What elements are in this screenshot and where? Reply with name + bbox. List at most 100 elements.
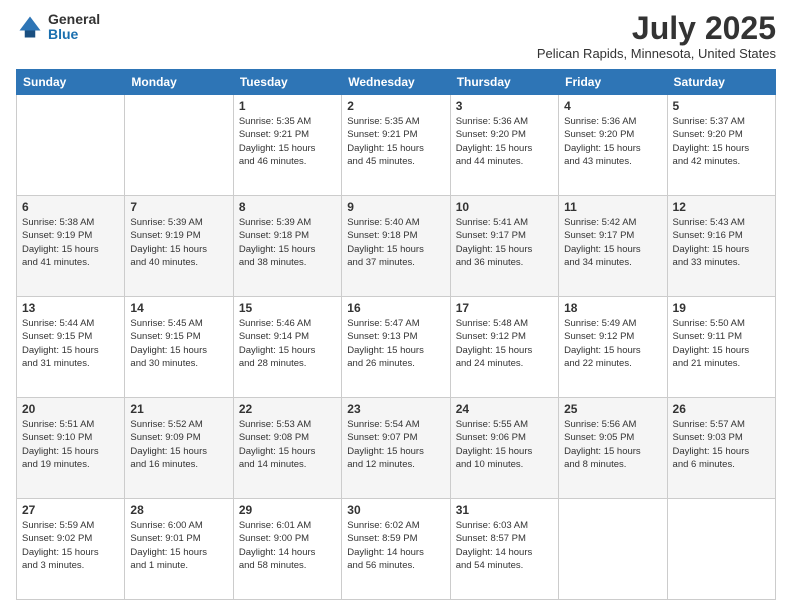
calendar-day-cell: 3Sunrise: 5:36 AM Sunset: 9:20 PM Daylig…: [450, 95, 558, 196]
day-number: 31: [456, 503, 553, 517]
day-number: 6: [22, 200, 119, 214]
calendar-day-cell: 28Sunrise: 6:00 AM Sunset: 9:01 PM Dayli…: [125, 499, 233, 600]
calendar-day-header: Thursday: [450, 70, 558, 95]
calendar-week-row: 1 Sunrise: 5:35 AM Sunset: 9:21 PM Daylig…: [17, 95, 776, 196]
calendar-day-cell: 26 Sunrise: 5:57 AM Sunset: 9:03 PM Dayli…: [667, 398, 775, 499]
day-number: 25: [564, 402, 661, 416]
calendar-day-header: Friday: [559, 70, 667, 95]
calendar-table: SundayMondayTuesdayWednesdayThursdayFrid…: [16, 69, 776, 600]
calendar-day-cell: 19 Sunrise: 5:50 AM Sunset: 9:11 PM Dayli…: [667, 297, 775, 398]
day-info: Sunrise: 5:38 AM Sunset: 9:19 PM Dayligh…: [22, 216, 119, 269]
location-subtitle: Pelican Rapids, Minnesota, United States: [537, 46, 776, 61]
day-number: 17: [456, 301, 553, 315]
month-year-title: July 2025: [537, 12, 776, 44]
calendar-week-row: 13 Sunrise: 5:44 AM Sunset: 9:15 PM Dayli…: [17, 297, 776, 398]
day-number: 12: [673, 200, 770, 214]
day-info: Sunrise: 5:51 AM Sunset: 9:10 PM Dayligh…: [22, 418, 119, 471]
day-number: 19: [673, 301, 770, 315]
calendar-day-header: Wednesday: [342, 70, 450, 95]
calendar-day-cell: [125, 95, 233, 196]
calendar-day-cell: 17 Sunrise: 5:48 AM Sunset: 9:12 PM Dayli…: [450, 297, 558, 398]
logo-general-label: General: [48, 12, 100, 27]
title-area: July 2025 Pelican Rapids, Minnesota, Uni…: [537, 12, 776, 61]
calendar-week-row: 6 Sunrise: 5:38 AM Sunset: 9:19 PM Daylig…: [17, 196, 776, 297]
day-info: Sunrise: 5:55 AM Sunset: 9:06 PM Dayligh…: [456, 418, 553, 471]
day-number: 8: [239, 200, 336, 214]
day-number: 9: [347, 200, 444, 214]
day-info: Sunrise: 5:48 AM Sunset: 9:12 PM Dayligh…: [456, 317, 553, 370]
day-info: Sunrise: 5:35 AM Sunset: 9:21 PM Dayligh…: [347, 115, 444, 168]
calendar-day-cell: 9 Sunrise: 5:40 AM Sunset: 9:18 PM Daylig…: [342, 196, 450, 297]
calendar-day-cell: 11Sunrise: 5:42 AM Sunset: 9:17 PM Dayli…: [559, 196, 667, 297]
calendar-day-cell: 13 Sunrise: 5:44 AM Sunset: 9:15 PM Dayli…: [17, 297, 125, 398]
day-number: 15: [239, 301, 336, 315]
calendar-day-cell: 10Sunrise: 5:41 AM Sunset: 9:17 PM Dayli…: [450, 196, 558, 297]
calendar-day-cell: 5Sunrise: 5:37 AM Sunset: 9:20 PM Daylig…: [667, 95, 775, 196]
day-info: Sunrise: 5:56 AM Sunset: 9:05 PM Dayligh…: [564, 418, 661, 471]
header: General Blue July 2025 Pelican Rapids, M…: [16, 12, 776, 61]
calendar-week-row: 27 Sunrise: 5:59 AM Sunset: 9:02 PM Dayli…: [17, 499, 776, 600]
calendar-day-cell: [667, 499, 775, 600]
day-number: 21: [130, 402, 227, 416]
day-info: Sunrise: 5:45 AM Sunset: 9:15 PM Dayligh…: [130, 317, 227, 370]
day-number: 24: [456, 402, 553, 416]
day-number: 2: [347, 99, 444, 113]
calendar-day-cell: 1Sunrise: 5:35 AM Sunset: 9:21 PM Daylig…: [233, 95, 341, 196]
day-number: 16: [347, 301, 444, 315]
day-info: Sunrise: 5:41 AM Sunset: 9:17 PM Dayligh…: [456, 216, 553, 269]
day-info: Sunrise: 5:50 AM Sunset: 9:11 PM Dayligh…: [673, 317, 770, 370]
day-info: Sunrise: 5:53 AM Sunset: 9:08 PM Dayligh…: [239, 418, 336, 471]
day-number: 20: [22, 402, 119, 416]
day-info: Sunrise: 5:46 AM Sunset: 9:14 PM Dayligh…: [239, 317, 336, 370]
day-info: Sunrise: 5:37 AM Sunset: 9:20 PM Dayligh…: [673, 115, 770, 168]
day-number: 7: [130, 200, 227, 214]
day-info: Sunrise: 5:40 AM Sunset: 9:18 PM Dayligh…: [347, 216, 444, 269]
calendar-day-cell: 22Sunrise: 5:53 AM Sunset: 9:08 PM Dayli…: [233, 398, 341, 499]
day-info: Sunrise: 5:47 AM Sunset: 9:13 PM Dayligh…: [347, 317, 444, 370]
day-info: Sunrise: 6:03 AM Sunset: 8:57 PM Dayligh…: [456, 519, 553, 572]
calendar-day-cell: 30 Sunrise: 6:02 AM Sunset: 8:59 PM Dayli…: [342, 499, 450, 600]
day-info: Sunrise: 5:39 AM Sunset: 9:18 PM Dayligh…: [239, 216, 336, 269]
page: General Blue July 2025 Pelican Rapids, M…: [0, 0, 792, 612]
day-number: 27: [22, 503, 119, 517]
day-info: Sunrise: 6:02 AM Sunset: 8:59 PM Dayligh…: [347, 519, 444, 572]
day-info: Sunrise: 5:54 AM Sunset: 9:07 PM Dayligh…: [347, 418, 444, 471]
logo-blue-label: Blue: [48, 27, 100, 42]
day-info: Sunrise: 5:57 AM Sunset: 9:03 PM Dayligh…: [673, 418, 770, 471]
logo-icon: [16, 13, 44, 41]
calendar-day-cell: 7 Sunrise: 5:39 AM Sunset: 9:19 PM Daylig…: [125, 196, 233, 297]
day-info: Sunrise: 5:59 AM Sunset: 9:02 PM Dayligh…: [22, 519, 119, 572]
day-info: Sunrise: 5:52 AM Sunset: 9:09 PM Dayligh…: [130, 418, 227, 471]
day-number: 14: [130, 301, 227, 315]
day-number: 30: [347, 503, 444, 517]
logo-text: General Blue: [48, 12, 100, 43]
logo: General Blue: [16, 12, 100, 43]
calendar-week-row: 20 Sunrise: 5:51 AM Sunset: 9:10 PM Dayli…: [17, 398, 776, 499]
day-info: Sunrise: 5:39 AM Sunset: 9:19 PM Dayligh…: [130, 216, 227, 269]
calendar-day-cell: 27 Sunrise: 5:59 AM Sunset: 9:02 PM Dayli…: [17, 499, 125, 600]
calendar-day-cell: 6 Sunrise: 5:38 AM Sunset: 9:19 PM Daylig…: [17, 196, 125, 297]
calendar-day-cell: 4 Sunrise: 5:36 AM Sunset: 9:20 PM Daylig…: [559, 95, 667, 196]
calendar-day-cell: 16 Sunrise: 5:47 AM Sunset: 9:13 PM Dayli…: [342, 297, 450, 398]
calendar-day-cell: 31 Sunrise: 6:03 AM Sunset: 8:57 PM Dayli…: [450, 499, 558, 600]
day-info: Sunrise: 6:01 AM Sunset: 9:00 PM Dayligh…: [239, 519, 336, 572]
calendar-day-cell: 12 Sunrise: 5:43 AM Sunset: 9:16 PM Dayli…: [667, 196, 775, 297]
calendar-day-cell: 25 Sunrise: 5:56 AM Sunset: 9:05 PM Dayli…: [559, 398, 667, 499]
calendar-day-cell: 29Sunrise: 6:01 AM Sunset: 9:00 PM Dayli…: [233, 499, 341, 600]
calendar-day-cell: 18Sunrise: 5:49 AM Sunset: 9:12 PM Dayli…: [559, 297, 667, 398]
calendar-day-header: Tuesday: [233, 70, 341, 95]
day-info: Sunrise: 5:36 AM Sunset: 9:20 PM Dayligh…: [564, 115, 661, 168]
day-number: 11: [564, 200, 661, 214]
day-number: 13: [22, 301, 119, 315]
day-number: 1: [239, 99, 336, 113]
calendar-day-cell: [17, 95, 125, 196]
day-number: 28: [130, 503, 227, 517]
day-number: 4: [564, 99, 661, 113]
calendar-day-cell: 14 Sunrise: 5:45 AM Sunset: 9:15 PM Dayli…: [125, 297, 233, 398]
day-number: 26: [673, 402, 770, 416]
calendar-day-cell: 2 Sunrise: 5:35 AM Sunset: 9:21 PM Daylig…: [342, 95, 450, 196]
calendar-day-cell: 8 Sunrise: 5:39 AM Sunset: 9:18 PM Daylig…: [233, 196, 341, 297]
day-info: Sunrise: 5:43 AM Sunset: 9:16 PM Dayligh…: [673, 216, 770, 269]
calendar-day-header: Monday: [125, 70, 233, 95]
day-info: Sunrise: 5:44 AM Sunset: 9:15 PM Dayligh…: [22, 317, 119, 370]
